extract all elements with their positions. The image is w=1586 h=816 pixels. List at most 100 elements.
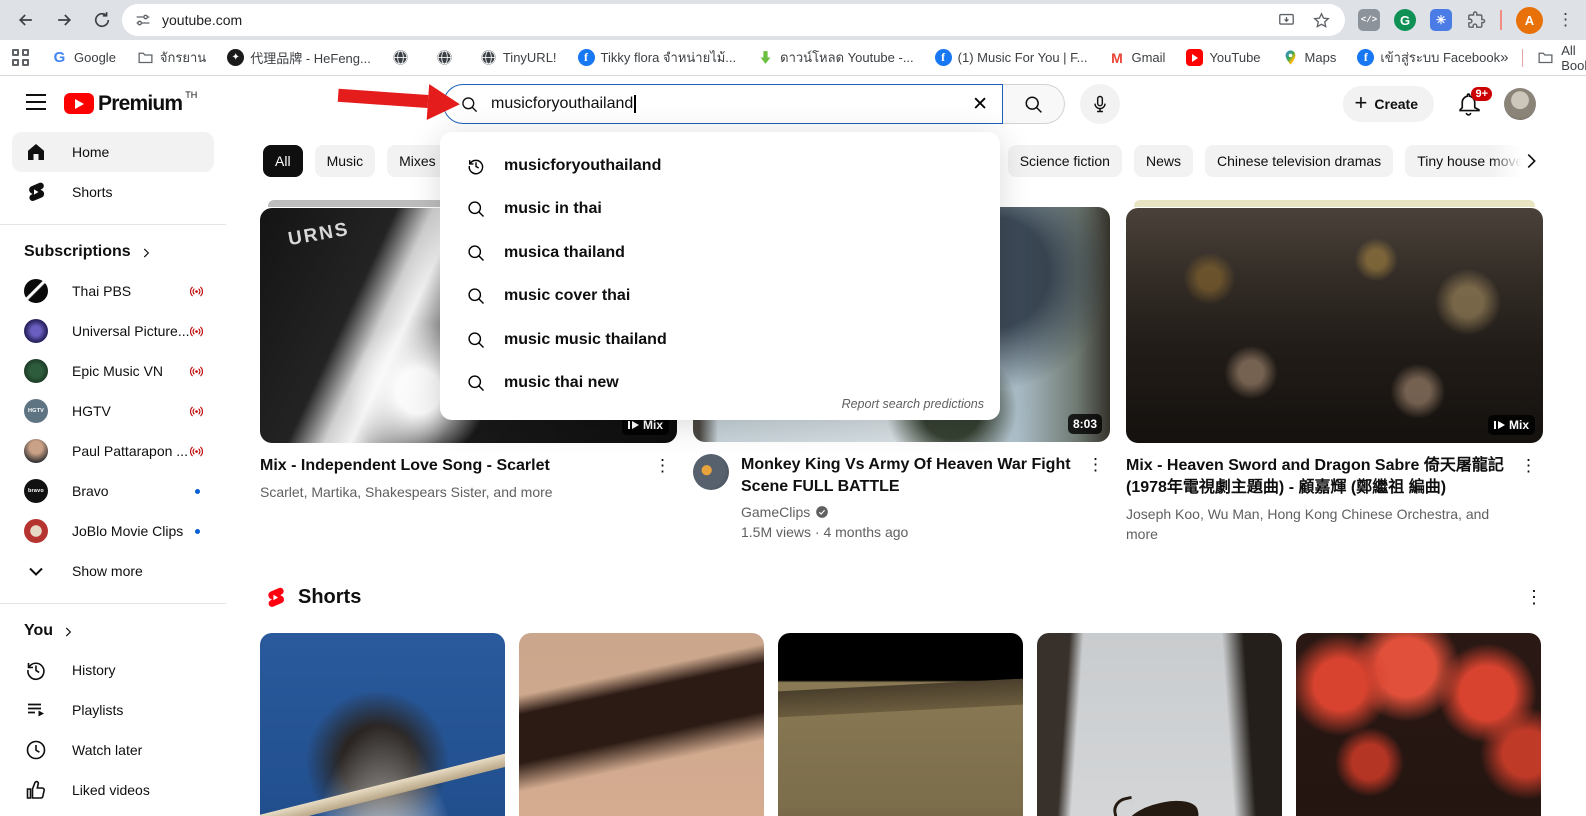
show-more-button[interactable]: Show more bbox=[12, 551, 214, 591]
shorts-thumbnail-lanterns[interactable] bbox=[1296, 633, 1541, 816]
video-subtitle: Scarlet, Martika, Shakespears Sister, an… bbox=[260, 482, 646, 502]
bookmark-music-for-you[interactable]: f (1) Music For You | F... bbox=[935, 49, 1088, 66]
account-avatar[interactable] bbox=[1504, 88, 1536, 120]
clear-search-icon[interactable]: ✕ bbox=[972, 93, 988, 116]
bookmark-globe-2[interactable] bbox=[436, 49, 459, 66]
channel-paul-pattarapon[interactable]: Paul Pattarapon ... bbox=[12, 431, 214, 471]
suggestion-item[interactable]: music in thai bbox=[440, 188, 1000, 232]
video-menu-icon[interactable]: ⋮ bbox=[654, 455, 671, 502]
channel-row[interactable]: GameClips bbox=[741, 504, 1079, 520]
channel-joblo[interactable]: JoBlo Movie Clips bbox=[12, 511, 214, 551]
extension-grammarly-icon[interactable]: G bbox=[1394, 9, 1416, 31]
search-input[interactable]: musicforyouthailand ✕ bbox=[443, 84, 1003, 124]
video-title[interactable]: Mix - Independent Love Song - Scarlet bbox=[260, 455, 646, 477]
bookmark-maps[interactable]: Maps bbox=[1282, 49, 1337, 66]
suggestion-label: music music thailand bbox=[504, 331, 667, 349]
all-bookmarks-button[interactable]: All Bookmarks bbox=[1537, 43, 1586, 73]
bookmark-folder[interactable]: จักรยาน bbox=[137, 47, 206, 68]
channel-bravo[interactable]: bravo Bravo bbox=[12, 471, 214, 511]
video-menu-icon[interactable]: ⋮ bbox=[1087, 454, 1104, 542]
bookmark-download-youtube[interactable]: ดาวน์โหลด Youtube -... bbox=[757, 47, 914, 68]
clock-icon bbox=[24, 738, 48, 762]
bookmarks-overflow-icon[interactable]: » bbox=[1500, 49, 1508, 66]
sidebar-item-playlists[interactable]: Playlists bbox=[12, 690, 214, 730]
channel-thai-pbs[interactable]: Thai PBS bbox=[12, 271, 214, 311]
menu-hamburger-icon[interactable] bbox=[26, 94, 46, 115]
subscriptions-header[interactable]: Subscriptions bbox=[0, 237, 226, 271]
chip-music[interactable]: Music bbox=[315, 145, 376, 177]
forward-icon[interactable] bbox=[52, 8, 76, 32]
bookmark-star-icon[interactable] bbox=[1312, 11, 1331, 30]
suggestion-item[interactable]: musicforyouthailand bbox=[440, 144, 1000, 188]
bookmark-gmail[interactable]: M Gmail bbox=[1108, 49, 1165, 66]
address-bar[interactable]: youtube.com bbox=[122, 4, 1345, 36]
suggestion-item[interactable]: music music thailand bbox=[440, 318, 1000, 362]
channel-avatar[interactable] bbox=[693, 454, 729, 490]
site-icon: ✦ bbox=[227, 49, 244, 66]
shorts-thumbnail-martial-arts[interactable] bbox=[778, 633, 1023, 816]
channel-hgtv[interactable]: HGTV HGTV bbox=[12, 391, 214, 431]
extension-devtools-icon[interactable]: </> bbox=[1358, 9, 1380, 31]
voice-search-button[interactable] bbox=[1080, 84, 1120, 124]
chip-science-fiction[interactable]: Science fiction bbox=[1008, 145, 1122, 177]
shorts-thumbnail-closeup-face[interactable] bbox=[519, 633, 764, 816]
chip-all[interactable]: All bbox=[263, 145, 303, 177]
youtube-premium-logo[interactable]: Premium TH bbox=[64, 92, 197, 116]
video-thumbnail[interactable]: Mix bbox=[1126, 208, 1543, 443]
video-menu-icon[interactable]: ⋮ bbox=[1520, 455, 1537, 544]
sidebar-item-home[interactable]: Home bbox=[12, 132, 214, 172]
maps-pin-icon bbox=[1282, 49, 1299, 66]
channel-avatar: bravo bbox=[24, 479, 48, 503]
bookmark-facebook-login[interactable]: f เข้าสู่ระบบ Facebook bbox=[1357, 47, 1500, 68]
url-text[interactable]: youtube.com bbox=[162, 12, 242, 28]
channel-name[interactable]: GameClips bbox=[741, 504, 810, 520]
chip-chinese-tv-dramas[interactable]: Chinese television dramas bbox=[1205, 145, 1393, 177]
text-caret bbox=[634, 95, 636, 113]
notifications-button[interactable]: 9+ bbox=[1456, 91, 1482, 117]
site-info-icon[interactable] bbox=[134, 11, 152, 29]
browser-profile-avatar[interactable]: A bbox=[1516, 7, 1543, 34]
you-title: You bbox=[24, 622, 53, 640]
browser-menu-icon[interactable]: ⋮ bbox=[1557, 10, 1574, 30]
install-app-icon[interactable] bbox=[1277, 11, 1296, 30]
sidebar-item-history[interactable]: History bbox=[12, 650, 214, 690]
video-card-mix-heaven-sword[interactable]: Mix Mix - Heaven Sword and Dragon Sabre … bbox=[1126, 199, 1543, 544]
create-button[interactable]: + Create bbox=[1343, 86, 1434, 122]
back-icon[interactable] bbox=[14, 8, 38, 32]
extensions-puzzle-icon[interactable] bbox=[1466, 10, 1486, 30]
globe-icon bbox=[436, 49, 453, 66]
video-title[interactable]: Monkey King Vs Army Of Heaven War Fight … bbox=[741, 454, 1079, 498]
sidebar-item-watch-later[interactable]: Watch later bbox=[12, 730, 214, 770]
channel-universal[interactable]: Universal Picture... bbox=[12, 311, 214, 351]
search-query-text[interactable]: musicforyouthailand bbox=[491, 95, 633, 113]
suggestion-label: music cover thai bbox=[504, 287, 630, 305]
reload-icon[interactable] bbox=[90, 8, 114, 32]
shorts-menu-icon[interactable]: ⋮ bbox=[1525, 587, 1543, 608]
bookmark-hefeng[interactable]: ✦ 代理品牌 - HeFeng... bbox=[227, 48, 371, 67]
channel-epic-music-vn[interactable]: Epic Music VN bbox=[12, 351, 214, 391]
sidebar-item-liked-videos[interactable]: Liked videos bbox=[12, 770, 214, 810]
shorts-thumbnail-ibex-cliff[interactable] bbox=[1037, 633, 1282, 816]
suggestion-label: musica thailand bbox=[504, 244, 625, 262]
apps-grid-icon[interactable] bbox=[12, 49, 29, 67]
shorts-thumbnail-swordsman[interactable] bbox=[260, 633, 505, 816]
bookmark-youtube[interactable]: YouTube bbox=[1186, 49, 1260, 66]
extension-blue-icon[interactable]: ✳ bbox=[1430, 9, 1452, 31]
mix-play-icon bbox=[1494, 421, 1505, 429]
suggestion-item[interactable]: musica thailand bbox=[440, 231, 1000, 275]
bookmark-google[interactable]: G Google bbox=[51, 49, 116, 66]
sidebar-item-shorts[interactable]: Shorts bbox=[12, 172, 214, 212]
report-search-predictions-link[interactable]: Report search predictions bbox=[842, 397, 984, 411]
chip-mixes[interactable]: Mixes bbox=[387, 145, 448, 177]
suggestion-item[interactable]: music cover thai bbox=[440, 275, 1000, 319]
search-button[interactable] bbox=[1003, 84, 1065, 124]
bookmark-tikky[interactable]: f Tikky flora จำหน่ายไม้... bbox=[578, 47, 737, 68]
bookmark-globe-1[interactable] bbox=[392, 49, 415, 66]
search-suggestions-dropdown: musicforyouthailand music in thai musica… bbox=[440, 132, 1000, 420]
chip-news[interactable]: News bbox=[1134, 145, 1193, 177]
sidebar-label: History bbox=[72, 662, 116, 678]
you-header[interactable]: You bbox=[0, 616, 226, 650]
chips-scroll-right[interactable] bbox=[1490, 139, 1560, 183]
bookmark-tinyurl[interactable]: TinyURL! bbox=[480, 49, 557, 66]
video-title[interactable]: Mix - Heaven Sword and Dragon Sabre 倚天屠龍… bbox=[1126, 455, 1512, 499]
